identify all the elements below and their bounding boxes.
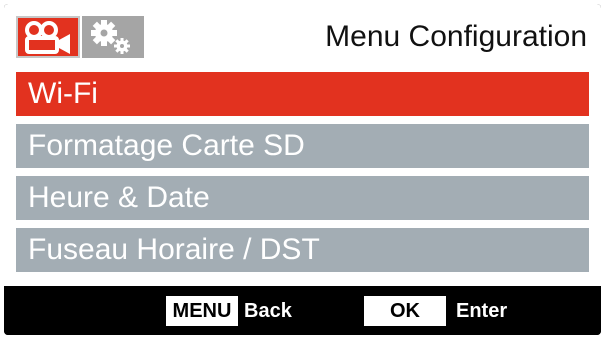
menu-item-wifi[interactable]: Wi-Fi (16, 72, 589, 116)
header-bar: Menu Configuration (4, 4, 601, 64)
video-camera-icon (25, 21, 70, 54)
back-label: Back (244, 300, 292, 322)
menu-list: Wi-Fi Formatage Carte SD Heure & Date Fu… (4, 64, 601, 286)
settings-gears-icon (91, 20, 130, 54)
menu-item-time-date[interactable]: Heure & Date (16, 176, 589, 220)
menu-item-timezone-dst[interactable]: Fuseau Horaire / DST (16, 228, 589, 272)
page-title: Menu Configuration (325, 20, 587, 53)
menu-item-format-sd[interactable]: Formatage Carte SD (16, 124, 589, 168)
tab-settings[interactable] (82, 16, 144, 58)
screen-frame: Menu Configuration Wi-Fi Formatage Carte… (4, 4, 601, 335)
ok-key-badge[interactable]: OK (364, 296, 446, 326)
footer-hints: MENU Back OK Enter (4, 286, 601, 335)
enter-label: Enter (456, 300, 508, 322)
menu-key-badge[interactable]: MENU (166, 296, 238, 326)
tab-video[interactable] (16, 16, 80, 58)
